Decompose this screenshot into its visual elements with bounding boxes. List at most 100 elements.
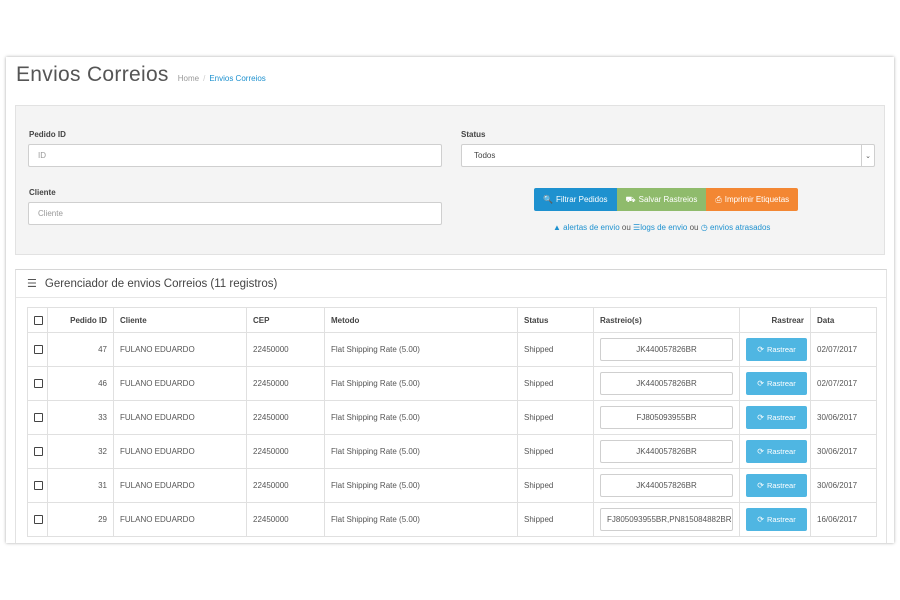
- shipping-alerts-link[interactable]: alertas de envio: [563, 223, 619, 232]
- track-button-label: Rastrear: [766, 481, 796, 490]
- tracking-cell: JK440057826BR: [593, 468, 740, 503]
- print-labels-label: Imprimir Etiquetas: [724, 195, 790, 204]
- order-id-label: Pedido ID: [29, 130, 66, 139]
- content-frame: Envios Correios Home / Envios Correios Ped…: [6, 57, 894, 543]
- customer-cell: FULANO EDUARDO: [113, 502, 247, 537]
- shipping-logs-link[interactable]: logs de envio: [640, 223, 687, 232]
- shipping-links: ▲ alertas de envio ou ☰logs de envio ou …: [553, 223, 770, 232]
- row-checkbox[interactable]: [34, 447, 43, 457]
- breadcrumb-separator: /: [203, 74, 206, 83]
- shipments-panel-heading: ☰ Gerenciador de envios Correios (11 reg…: [16, 270, 886, 298]
- tracking-input[interactable]: JK440057826BR: [600, 440, 733, 463]
- clock-icon: ◷: [700, 223, 708, 232]
- track-button-label: Rastrear: [766, 413, 796, 422]
- print-labels-button[interactable]: ⎙ Imprimir Etiquetas: [706, 188, 799, 211]
- table-row: 29 FULANO EDUARDO 22450000 Flat Shipping Ra…: [27, 502, 877, 537]
- table-row: 47 FULANO EDUARDO 22450000 Flat Shipping Ra…: [27, 332, 877, 367]
- shipments-table-body: 47 FULANO EDUARDO 22450000 Flat Shipping Ra…: [27, 332, 877, 537]
- tracking-cell: FJ805093955BR: [593, 400, 740, 435]
- breadcrumb-current[interactable]: Envios Correios: [209, 74, 265, 83]
- select-all-cell: [27, 307, 48, 333]
- save-tracking-button[interactable]: ⛟ Salvar Rastreios: [616, 188, 707, 211]
- status-select[interactable]: Todos ⌄: [461, 144, 875, 167]
- late-shipments-link[interactable]: envios atrasados: [710, 223, 770, 232]
- customer-input[interactable]: [28, 202, 442, 225]
- col-status[interactable]: Status: [517, 307, 594, 333]
- date-cell: 16/06/2017: [810, 502, 877, 537]
- chevron-down-icon: ⌄: [861, 145, 874, 166]
- status-label: Status: [461, 130, 486, 139]
- method-cell: Flat Shipping Rate (5.00): [324, 400, 518, 435]
- col-tracking: Rastreio(s): [593, 307, 740, 333]
- truck-icon: ⛟: [625, 194, 636, 204]
- method-cell: Flat Shipping Rate (5.00): [324, 434, 518, 469]
- track-button[interactable]: ⟳ Rastrear: [746, 474, 807, 497]
- track-button[interactable]: ⟳ Rastrear: [746, 440, 807, 463]
- track-button[interactable]: ⟳ Rastrear: [746, 338, 807, 361]
- col-date[interactable]: Data: [810, 307, 877, 333]
- cep-cell: 22450000: [246, 468, 325, 503]
- col-customer[interactable]: Cliente: [113, 307, 247, 333]
- save-tracking-label: Salvar Rastreios: [638, 195, 698, 204]
- filter-orders-button[interactable]: 🔍 Filtrar Pedidos: [534, 188, 617, 211]
- track-button-label: Rastrear: [766, 379, 796, 388]
- tracking-input[interactable]: JK440057826BR: [600, 338, 733, 361]
- table-row: 31 FULANO EDUARDO 22450000 Flat Shipping Ra…: [27, 468, 877, 503]
- tracking-input[interactable]: FJ805093955BR: [600, 406, 733, 429]
- links-separator: ou: [621, 223, 631, 232]
- method-cell: Flat Shipping Rate (5.00): [324, 332, 518, 367]
- col-cep[interactable]: CEP: [246, 307, 325, 333]
- track-button[interactable]: ⟳ Rastrear: [746, 406, 807, 429]
- row-select-cell: [27, 332, 48, 367]
- row-select-cell: [27, 400, 48, 435]
- status-cell: Shipped: [517, 468, 594, 503]
- breadcrumb-home[interactable]: Home: [178, 74, 199, 83]
- cep-cell: 22450000: [246, 332, 325, 367]
- tracking-input[interactable]: JK440057826BR: [600, 474, 733, 497]
- track-button[interactable]: ⟳ Rastrear: [746, 508, 807, 531]
- status-cell: Shipped: [517, 366, 594, 401]
- row-checkbox[interactable]: [34, 413, 43, 423]
- customer-cell: FULANO EDUARDO: [113, 434, 247, 469]
- track-cell: ⟳ Rastrear: [739, 366, 811, 401]
- customer-cell: FULANO EDUARDO: [113, 400, 247, 435]
- list-icon: ☰: [27, 278, 37, 290]
- col-order-id[interactable]: Pedido ID: [47, 307, 114, 333]
- track-button-label: Rastrear: [766, 345, 796, 354]
- row-checkbox[interactable]: [34, 345, 43, 355]
- table-header-row: Pedido ID Cliente CEP Metodo Status Rast…: [27, 307, 877, 333]
- table-row: 33 FULANO EDUARDO 22450000 Flat Shipping Ra…: [27, 400, 877, 435]
- method-cell: Flat Shipping Rate (5.00): [324, 502, 518, 537]
- tracking-input[interactable]: FJ805093955BR,PN815084882BR: [600, 508, 733, 531]
- date-cell: 30/06/2017: [810, 434, 877, 469]
- shipments-heading-text: Gerenciador de envios Correios (11 regis…: [44, 277, 278, 290]
- page-title: Envios Correios: [16, 63, 169, 86]
- row-select-cell: [27, 434, 48, 469]
- refresh-icon: ⟳: [757, 481, 764, 490]
- row-checkbox[interactable]: [34, 379, 43, 389]
- col-method[interactable]: Metodo: [324, 307, 518, 333]
- warning-icon: ▲: [553, 223, 561, 232]
- search-icon: 🔍: [543, 195, 553, 204]
- row-checkbox[interactable]: [34, 481, 43, 491]
- customer-label: Cliente: [29, 188, 56, 197]
- tracking-input[interactable]: JK440057826BR: [600, 372, 733, 395]
- col-track: Rastrear: [739, 307, 811, 333]
- track-button[interactable]: ⟳ Rastrear: [746, 372, 807, 395]
- track-button-label: Rastrear: [766, 447, 796, 456]
- track-cell: ⟳ Rastrear: [739, 502, 811, 537]
- track-cell: ⟳ Rastrear: [739, 332, 811, 367]
- date-cell: 30/06/2017: [810, 468, 877, 503]
- date-cell: 02/07/2017: [810, 332, 877, 367]
- select-all-checkbox[interactable]: [34, 315, 43, 325]
- status-cell: Shipped: [517, 434, 594, 469]
- refresh-icon: ⟳: [757, 345, 764, 354]
- customer-cell: FULANO EDUARDO: [113, 332, 247, 367]
- order-id-cell: 47: [47, 332, 114, 367]
- customer-cell: FULANO EDUARDO: [113, 366, 247, 401]
- row-checkbox[interactable]: [34, 515, 43, 525]
- date-cell: 02/07/2017: [810, 366, 877, 401]
- tracking-cell: FJ805093955BR,PN815084882BR: [593, 502, 740, 537]
- order-id-input[interactable]: [28, 144, 442, 167]
- cep-cell: 22450000: [246, 400, 325, 435]
